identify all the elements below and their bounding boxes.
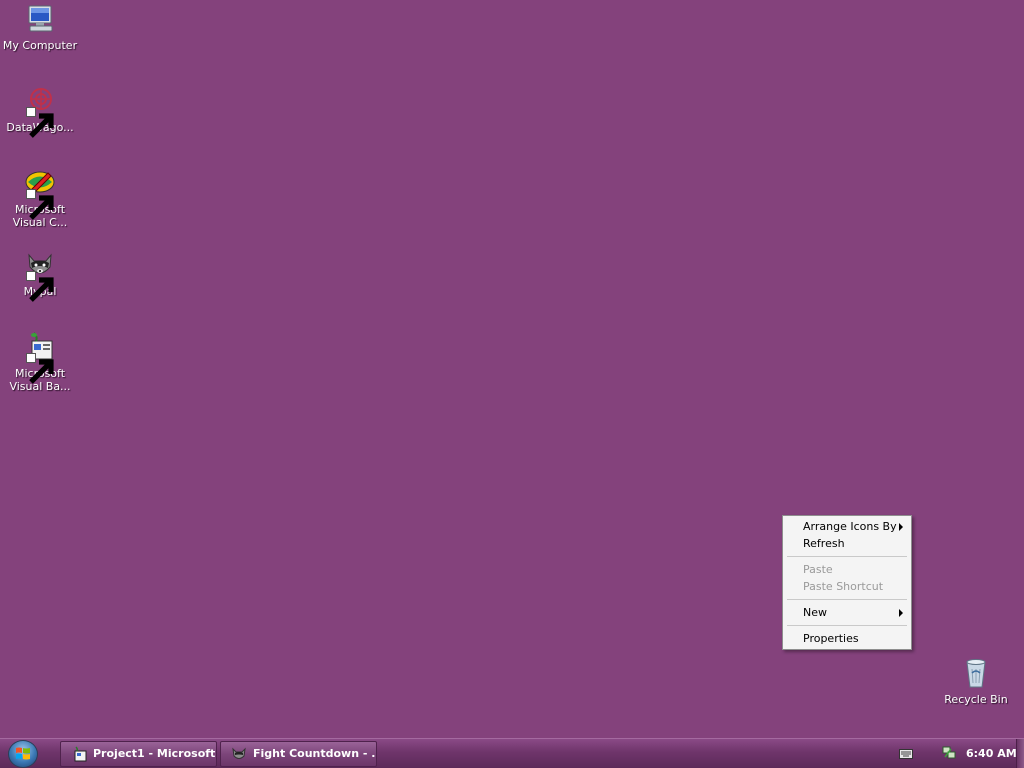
shortcut-arrow-icon (26, 107, 54, 138)
taskbar-clock[interactable]: 6:40 AM (966, 739, 1017, 768)
computer-icon (24, 3, 56, 35)
menu-item-properties[interactable]: Properties (785, 630, 909, 647)
desktop-icon-mypal[interactable]: Mypal (0, 249, 80, 302)
shortcut-arrow-icon (26, 189, 54, 220)
menu-item-label: Paste (803, 563, 833, 576)
menu-separator (787, 625, 907, 626)
desktop-icon-datawagon[interactable]: DataWago... (0, 85, 80, 138)
menu-item-paste-shortcut: Paste Shortcut (785, 578, 909, 595)
desktop-icon-recycle-bin[interactable]: Recycle Bin (936, 657, 1016, 706)
taskbar-button-label: Project1 - Microsoft ... (93, 747, 216, 760)
mypal-raccoon-icon (24, 249, 56, 302)
network-icon[interactable] (942, 746, 956, 760)
visual-basic-icon (24, 331, 56, 384)
show-desktop-button[interactable] (1016, 739, 1024, 768)
desktop-icon-label: My Computer (2, 39, 78, 52)
menu-item-label: Arrange Icons By (803, 520, 897, 533)
desktop-icon-visual-basic[interactable]: Microsoft Visual Ba... (0, 331, 80, 393)
visual-cpp-icon (24, 167, 56, 220)
taskbar-button-project1[interactable]: Project1 - Microsoft ... (60, 741, 217, 767)
start-button[interactable] (8, 740, 38, 768)
recycle-bin-icon (960, 657, 992, 689)
menu-separator (787, 599, 907, 600)
shortcut-arrow-icon (26, 353, 54, 384)
menu-item-refresh[interactable]: Refresh (785, 535, 909, 552)
visual-basic-icon (71, 746, 87, 762)
desktop-icon-my-computer[interactable]: My Computer (0, 3, 80, 52)
taskbar-button-label: Fight Countdown - ... (253, 747, 377, 760)
menu-item-label: Refresh (803, 537, 845, 550)
taskbar: Project1 - Microsoft ... Fight Countdown… (0, 738, 1024, 768)
taskbar-button-fight-countdown[interactable]: Fight Countdown - ... (220, 741, 377, 767)
menu-item-label: New (803, 606, 827, 619)
menu-item-new[interactable]: New (785, 604, 909, 621)
menu-item-label: Paste Shortcut (803, 580, 884, 593)
desktop[interactable]: My Computer DataWago... Microsoft Visual… (0, 0, 1024, 738)
mypal-raccoon-icon (231, 746, 247, 762)
keyboard-icon[interactable] (899, 749, 913, 759)
menu-item-paste: Paste (785, 561, 909, 578)
desktop-icon-visual-cpp[interactable]: Microsoft Visual C... (0, 167, 80, 229)
desktop-context-menu: Arrange Icons By Refresh Paste Paste Sho… (782, 515, 912, 650)
menu-item-label: Properties (803, 632, 859, 645)
submenu-arrow-icon (899, 609, 903, 617)
menu-item-arrange-icons-by[interactable]: Arrange Icons By (785, 518, 909, 535)
datawagon-icon (24, 85, 56, 138)
desktop-icon-label: Recycle Bin (944, 693, 1008, 706)
menu-separator (787, 556, 907, 557)
windows-start-orb-icon (16, 747, 30, 760)
submenu-arrow-icon (899, 523, 903, 531)
shortcut-arrow-icon (26, 271, 54, 302)
